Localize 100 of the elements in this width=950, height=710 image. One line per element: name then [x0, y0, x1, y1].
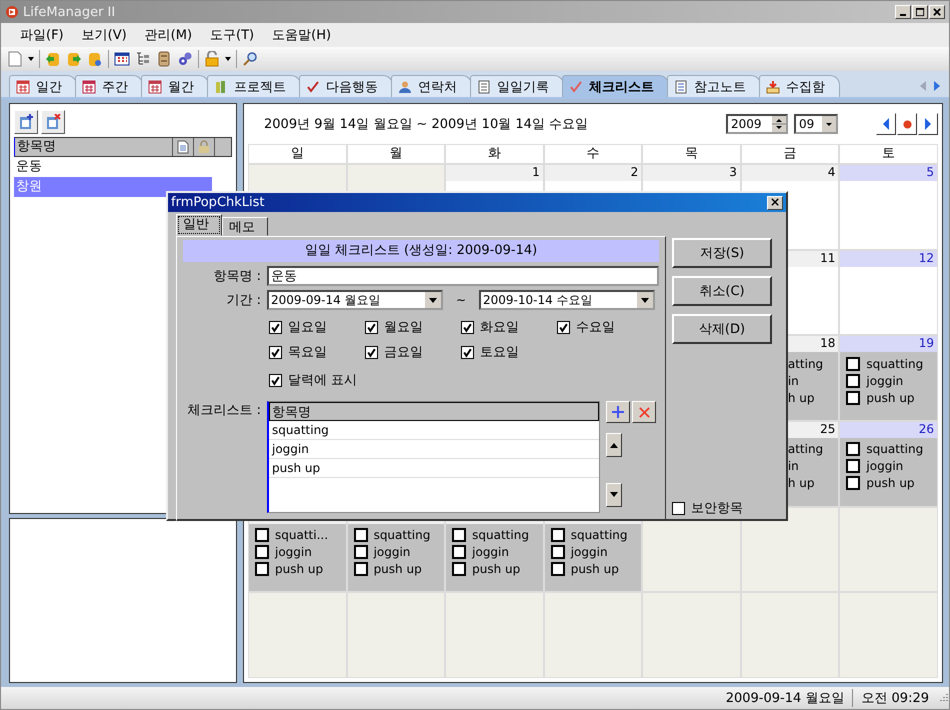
name-field[interactable]: 운동: [267, 266, 659, 286]
note-icon: [477, 80, 491, 94]
checkbox[interactable]: [550, 528, 565, 542]
tree-icon[interactable]: [135, 51, 151, 67]
tab[interactable]: 프로젝트: [207, 75, 301, 97]
checkbox[interactable]: [557, 320, 570, 334]
tab[interactable]: 일반: [176, 214, 222, 236]
checkbox[interactable]: [846, 390, 860, 405]
checkbox[interactable]: [846, 374, 860, 388]
dialog-button[interactable]: 삭제(D): [672, 314, 772, 344]
resize-grip-icon[interactable]: [937, 692, 949, 704]
checkbox[interactable]: [255, 545, 269, 560]
cabinet-icon[interactable]: [156, 51, 172, 67]
calendar-cell[interactable]: 5: [840, 165, 937, 249]
caret-icon[interactable]: [28, 57, 34, 61]
calendar-icon[interactable]: [114, 51, 130, 67]
calendar-cell[interactable]: [840, 508, 937, 592]
search-icon[interactable]: [242, 51, 258, 67]
checkbox[interactable]: [354, 545, 368, 560]
table-cell[interactable]: squatting: [269, 421, 599, 440]
checkbox[interactable]: [672, 502, 685, 514]
tab[interactable]: 월간: [141, 75, 209, 97]
minimize-button[interactable]: [895, 5, 911, 19]
table-cell[interactable]: joggin: [269, 440, 599, 459]
calendar-cell[interactable]: [544, 593, 642, 677]
tab[interactable]: 체크리스트: [562, 75, 669, 97]
year-spinner[interactable]: 2009: [726, 114, 788, 134]
checkbox[interactable]: [452, 562, 466, 576]
start-date-dropdown[interactable]: 2009-09-14 월요일: [267, 290, 443, 310]
menu-item[interactable]: 도구(T): [201, 26, 264, 44]
dialog-button[interactable]: 저장(S): [672, 238, 772, 268]
move-up-button[interactable]: [606, 433, 622, 457]
close-button[interactable]: [929, 5, 945, 19]
move-down-button[interactable]: [606, 483, 622, 507]
checkbox[interactable]: [365, 346, 378, 358]
tab[interactable]: 참고노트: [667, 75, 761, 97]
checkbox[interactable]: [846, 442, 860, 456]
next-month-button[interactable]: [918, 113, 938, 135]
checkbox[interactable]: [269, 374, 282, 386]
calendar-cell[interactable]: 12: [840, 250, 937, 334]
calendar-cell[interactable]: 19 squatting joggin push up: [840, 336, 937, 420]
end-date-dropdown[interactable]: 2009-10-14 수요일: [479, 290, 655, 310]
calendar-cell[interactable]: [840, 593, 937, 677]
new-document-icon[interactable]: [7, 51, 23, 67]
delete-item-button[interactable]: [41, 110, 65, 134]
checkbox[interactable]: [452, 528, 466, 542]
checkbox[interactable]: [354, 562, 368, 576]
caret-icon[interactable]: [225, 57, 231, 61]
tab[interactable]: 일간: [9, 75, 77, 97]
checkbox[interactable]: [846, 356, 860, 371]
dialog-button[interactable]: 취소(C): [672, 276, 772, 306]
checkbox[interactable]: [255, 528, 269, 542]
maximize-button[interactable]: [912, 5, 928, 19]
checkbox[interactable]: [269, 346, 282, 358]
database-back-icon[interactable]: [45, 51, 61, 67]
delete-row-button[interactable]: [632, 401, 656, 423]
tab[interactable]: 일일기록: [470, 75, 564, 97]
gears-icon[interactable]: [177, 51, 193, 67]
scroll-right-icon[interactable]: [933, 81, 941, 91]
calendar-cell[interactable]: [446, 593, 543, 677]
tab[interactable]: 메모: [222, 217, 268, 236]
checkbox[interactable]: [365, 320, 378, 334]
add-item-button[interactable]: [14, 110, 38, 134]
table-cell[interactable]: push up: [269, 459, 599, 478]
calendar-cell[interactable]: [742, 508, 838, 592]
menu-item[interactable]: 파일(F): [11, 26, 73, 44]
month-dropdown[interactable]: 09: [794, 114, 838, 134]
today-button[interactable]: [897, 113, 917, 135]
menu-item[interactable]: 보기(V): [72, 26, 136, 44]
checkbox[interactable]: [269, 320, 282, 334]
database-forward-icon[interactable]: [66, 51, 82, 67]
checkbox[interactable]: [461, 346, 474, 358]
checkbox[interactable]: [846, 459, 860, 474]
calendar-cell[interactable]: [249, 593, 346, 677]
checkbox[interactable]: [354, 528, 368, 542]
checkbox[interactable]: [550, 545, 565, 560]
checkbox[interactable]: [461, 320, 474, 334]
list-item[interactable]: 운동: [14, 157, 212, 177]
checkbox[interactable]: [846, 476, 860, 490]
spin-arrows-icon[interactable]: [772, 116, 786, 132]
checkbox[interactable]: [255, 562, 269, 576]
database-info-icon[interactable]: [87, 51, 103, 67]
person-icon: [398, 80, 412, 94]
calendar-cell[interactable]: 26 squatting joggin push up: [840, 422, 937, 506]
close-button[interactable]: [767, 196, 783, 210]
tab[interactable]: 다음행동: [299, 75, 393, 97]
lock-icon[interactable]: [204, 51, 220, 67]
checkbox[interactable]: [550, 562, 565, 576]
tab[interactable]: 주간: [75, 75, 143, 97]
menu-item[interactable]: 도움말(H): [263, 26, 340, 44]
calendar-cell[interactable]: [742, 593, 838, 677]
add-row-button[interactable]: [606, 401, 630, 423]
tab[interactable]: 연락처: [391, 75, 472, 97]
menu-item[interactable]: 관리(M): [136, 26, 202, 44]
column-header[interactable]: 항목명: [269, 402, 599, 421]
tab[interactable]: 수집함: [759, 75, 840, 97]
calendar-cell[interactable]: [348, 593, 444, 677]
checkbox[interactable]: [452, 545, 466, 560]
calendar-cell[interactable]: [643, 593, 740, 677]
checklist-table[interactable]: 항목명 squatting joggin push up: [267, 401, 600, 513]
